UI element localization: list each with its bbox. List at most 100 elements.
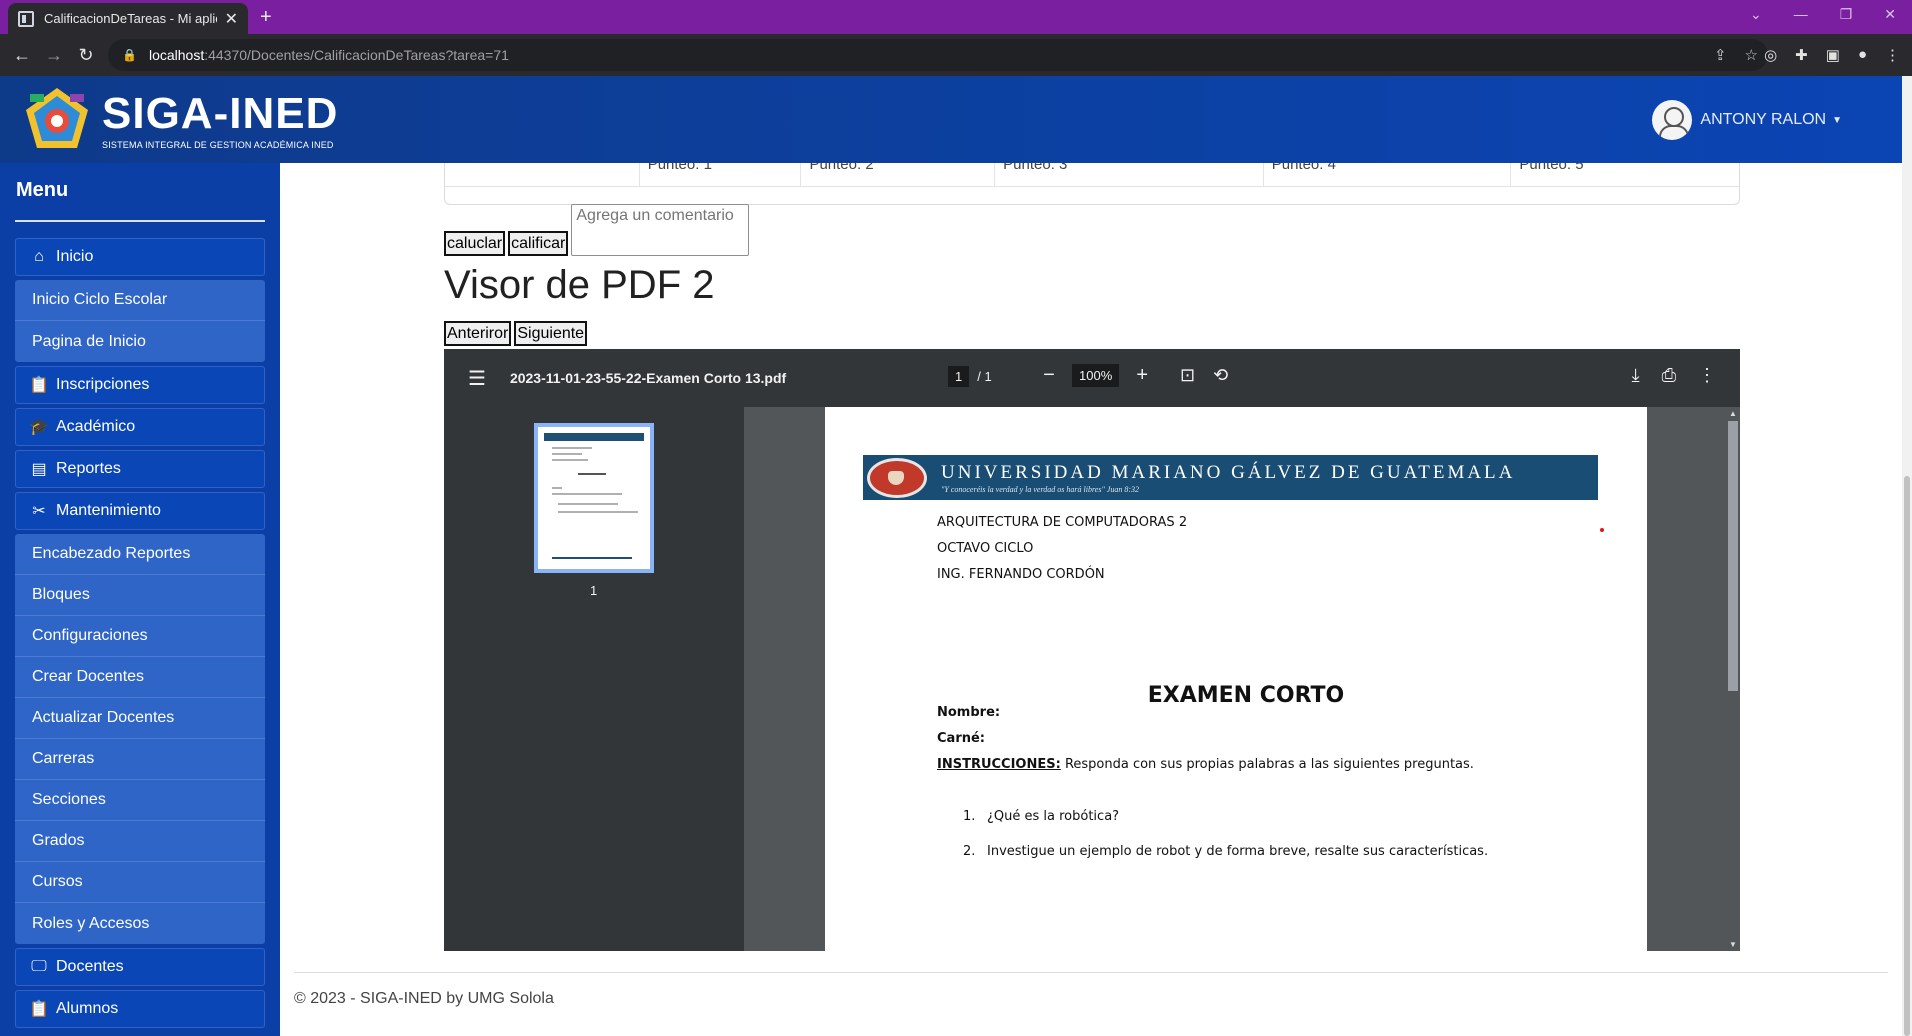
pdf-viewer[interactable]: ☰ 2023-11-01-23-55-22-Examen Corto 13.pd… [444, 349, 1740, 951]
url-path: :44370/Docentes/CalificacionDeTareas?tar… [204, 47, 509, 63]
graduation-cap-icon: 🎓 [29, 419, 49, 436]
name-label: Nombre: [937, 705, 1001, 720]
submenu-mantenimiento: Encabezado Reportes Bloques Configuracio… [15, 534, 265, 944]
sidebar-item-encabezado-reportes[interactable]: Encabezado Reportes [15, 534, 265, 575]
close-window-icon[interactable]: ✕ [1884, 6, 1896, 23]
scroll-down-icon[interactable]: ▼ [1729, 940, 1737, 949]
rubric-cell-punteo-5: Punteo: 5 [1519, 163, 1584, 173]
next-button[interactable]: Siguiente [514, 321, 588, 346]
zoom-out-icon[interactable]: − [1034, 364, 1064, 387]
browser-menu-icon[interactable]: ⋮ [1885, 46, 1900, 64]
user-menu[interactable]: ANTONY RALON ▼ [1652, 100, 1842, 140]
pdf-page-input[interactable]: 1 [948, 366, 970, 387]
sidebar-item-docentes[interactable]: 🖵 Docentes [15, 948, 265, 986]
sidebar-item-inicio-ciclo-escolar[interactable]: Inicio Ciclo Escolar [15, 280, 265, 321]
avatar [1652, 100, 1693, 140]
footer-divider [294, 972, 1888, 973]
pdf-zoom-controls: − 100% + [1034, 364, 1157, 387]
sidebar-item-roles-y-accesos[interactable]: Roles y Accesos [15, 903, 265, 944]
sidebar-item-inicio[interactable]: ⌂ Inicio [15, 238, 265, 276]
sidebar-item-academico[interactable]: 🎓 Académico [15, 408, 265, 446]
students-clipboard-icon: 📋 [29, 1001, 49, 1018]
pdf-scrollbar[interactable]: ▲ ▼ [1726, 407, 1740, 951]
caret-down-icon: ▼ [1832, 114, 1842, 126]
share-icon[interactable]: ⇪ [1714, 46, 1727, 64]
teacher-screen-icon: 🖵 [31, 958, 47, 975]
sidebar-item-pagina-de-inicio[interactable]: Pagina de Inicio [15, 321, 265, 362]
sidebar-item-reportes[interactable]: ▤ Reportes [15, 450, 265, 488]
rubric-cell-empty [445, 163, 640, 186]
sidebar-item-label: Alumnos [56, 1000, 119, 1017]
lock-icon[interactable]: 🔒 [122, 48, 137, 62]
question-text: Investigue un ejemplo de robot y de form… [987, 844, 1489, 859]
tab-title: CalificacionDeTareas - Mi aplicac [44, 11, 217, 26]
window-controls: ⌄ — ❐ ✕ [1750, 6, 1896, 23]
browser-tab[interactable]: CalificacionDeTareas - Mi aplicac ✕ [8, 3, 248, 34]
forward-icon[interactable]: → [38, 45, 70, 66]
bookmark-star-icon[interactable]: ☆ [1745, 46, 1758, 64]
sidebar: Menu ⌂ Inicio Inicio Ciclo Escolar Pagin… [0, 163, 280, 1036]
pdf-actions: ⤓ ⎙ ⋮ [1632, 365, 1716, 386]
sidebar-item-bloques[interactable]: Bloques [15, 575, 265, 616]
calculate-button[interactable]: caluclar [444, 231, 506, 256]
thumbnail-line [558, 511, 638, 513]
new-tab-button[interactable]: + [260, 6, 272, 29]
sidebar-item-label: Inicio [56, 248, 94, 265]
sidebar-item-crear-docentes[interactable]: Crear Docentes [15, 657, 265, 698]
more-options-icon[interactable]: ⋮ [1698, 365, 1716, 386]
zoom-in-icon[interactable]: + [1127, 364, 1157, 387]
hamburger-menu-icon[interactable]: ☰ [468, 366, 486, 391]
close-tab-icon[interactable]: ✕ [225, 9, 238, 29]
fit-page-icon[interactable]: ⊡ [1180, 365, 1195, 386]
pdf-scrollbar-thumb[interactable] [1728, 421, 1738, 691]
minimize-icon[interactable]: — [1794, 6, 1808, 23]
address-bar[interactable]: 🔒 localhost:44370/Docentes/CalificacionD… [108, 39, 1768, 71]
sidebar-item-mantenimiento[interactable]: ✂ Mantenimiento [15, 492, 265, 530]
rubric-cell-punteo-3: Punteo: 3 [995, 163, 1264, 186]
url-host: localhost [148, 47, 205, 63]
pdf-thumbnail-pane: 1 [444, 407, 744, 951]
profile-icon[interactable]: ● [1858, 46, 1867, 64]
restore-icon[interactable]: ❐ [1840, 6, 1853, 23]
annotation-dot [1600, 528, 1604, 532]
carne-label: Carné: [937, 731, 985, 746]
previous-button[interactable]: Anteriror [444, 321, 512, 346]
sidebar-item-carreras[interactable]: Carreras [15, 739, 265, 780]
rubric-cell-punteo-1: Punteo: 1 [640, 163, 802, 186]
question-number: 2. [963, 844, 976, 859]
rubric-table: Punteo: 1 Punteo: 2 Punteo: 3 Punteo: 4 … [444, 163, 1740, 205]
sidebar-item-inscripciones[interactable]: 📋 Inscripciones [15, 366, 265, 404]
document-icon: ▤ [31, 461, 47, 478]
grade-button[interactable]: calificar [508, 231, 569, 256]
comment-field[interactable] [571, 204, 750, 256]
zoom-level-input[interactable]: 100% [1072, 364, 1120, 387]
download-icon[interactable]: ⤓ [1632, 365, 1640, 386]
extension-glasses-icon[interactable]: ◎ [1764, 46, 1777, 64]
cycle: OCTAVO CICLO [937, 541, 1034, 556]
instructions-label: INSTRUCCIONES: [937, 757, 1061, 772]
page-scrollbar[interactable] [1902, 76, 1912, 1036]
page-scrollbar-thumb[interactable] [1904, 476, 1910, 1036]
thumbnail-line [552, 447, 592, 449]
pdf-page-indicator: 1 / 1 [948, 366, 992, 387]
teacher-name: ING. FERNANDO CORDÓN [937, 567, 1105, 582]
instructions-text: Responda con sus propias palabras a las … [1060, 757, 1474, 772]
sidebar-item-configuraciones[interactable]: Configuraciones [15, 616, 265, 657]
extensions-puzzle-icon[interactable]: ✚ [1795, 46, 1808, 64]
sidebar-item-alumnos[interactable]: 📋 Alumnos [15, 990, 265, 1028]
tab-search-icon[interactable]: ⌄ [1750, 6, 1762, 23]
print-icon[interactable]: ⎙ [1662, 365, 1676, 386]
pdf-page: UNIVERSIDAD MARIANO GÁLVEZ DE GUATEMALA … [825, 407, 1647, 951]
page-thumbnail[interactable] [534, 423, 654, 573]
sidebar-item-secciones[interactable]: Secciones [15, 780, 265, 821]
rotate-icon[interactable]: ⟲ [1213, 365, 1228, 386]
scroll-up-icon[interactable]: ▲ [1729, 409, 1737, 418]
reload-icon[interactable]: ↻ [70, 45, 102, 66]
sidebar-item-cursos[interactable]: Cursos [15, 862, 265, 903]
sidebar-item-actualizar-docentes[interactable]: Actualizar Docentes [15, 698, 265, 739]
pdf-pager: Anteriror Siguiente [444, 321, 590, 346]
question-number: 1. [963, 809, 976, 824]
side-panel-icon[interactable]: ▣ [1826, 46, 1840, 64]
sidebar-item-grados[interactable]: Grados [15, 821, 265, 862]
back-icon[interactable]: ← [6, 45, 38, 66]
